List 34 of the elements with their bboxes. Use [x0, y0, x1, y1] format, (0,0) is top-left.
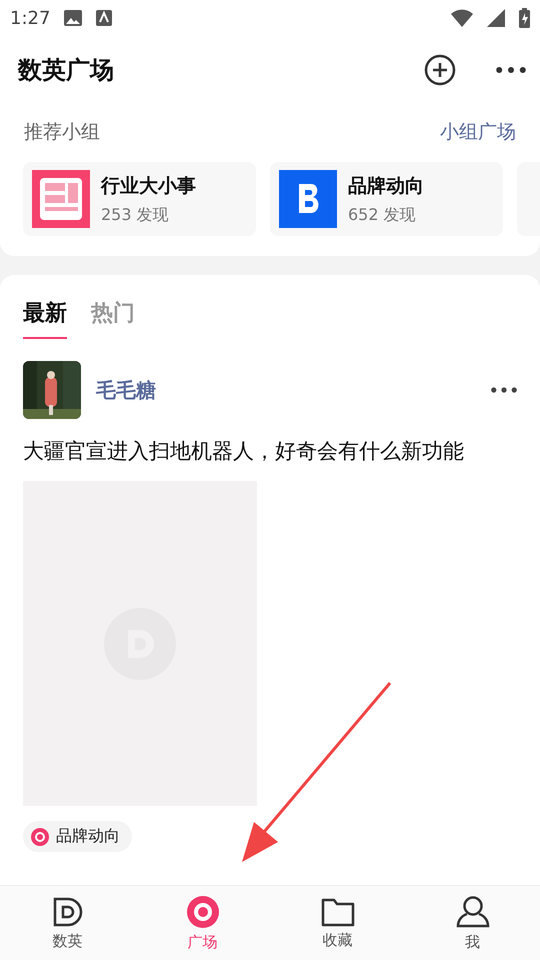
ring-icon [31, 828, 49, 846]
more-button[interactable] [496, 66, 526, 74]
section-label: 推荐小组 [24, 120, 100, 145]
group-logo-icon [32, 170, 90, 228]
feed-tab[interactable]: 最新 [23, 297, 67, 339]
post-text: 大疆官宣进入扫地机器人，好奇会有什么新功能 [23, 438, 465, 465]
page-title: 数英广场 [18, 55, 115, 86]
add-button[interactable] [424, 54, 456, 86]
folder-icon [320, 896, 354, 926]
author-name[interactable]: 毛毛糖 [96, 376, 491, 404]
group-count: 652 发现 [348, 204, 417, 226]
person-icon [456, 894, 490, 928]
signal-icon [487, 9, 505, 27]
group-logo-icon [279, 170, 337, 228]
battery-icon [519, 8, 530, 28]
group-name: 品牌动向 [348, 174, 424, 198]
group-card[interactable]: 行业大小事 253 发现 [23, 162, 256, 236]
nav-tab[interactable]: 数英 [0, 886, 135, 960]
tag-label: 品牌动向 [56, 826, 120, 847]
group-square-link[interactable]: 小组广场 [440, 119, 516, 145]
nav-tab[interactable]: 我 [405, 886, 540, 960]
image-icon [64, 10, 82, 26]
group-name: 行业大小事 [101, 174, 196, 198]
group-count: 253 发现 [101, 204, 170, 226]
group-card[interactable]: 品牌动向 652 发现 [270, 162, 503, 236]
more-icon [491, 387, 517, 393]
d-logo-icon [52, 896, 84, 928]
group-tag[interactable]: 品牌动向 [23, 821, 132, 852]
nav-tab[interactable]: 收藏 [270, 886, 405, 960]
wifi-icon [451, 9, 473, 27]
notification-icon [96, 10, 112, 26]
ring-icon [186, 894, 220, 928]
nav-tab[interactable]: 广场 [135, 886, 270, 960]
status-time: 1:27 [10, 8, 50, 28]
